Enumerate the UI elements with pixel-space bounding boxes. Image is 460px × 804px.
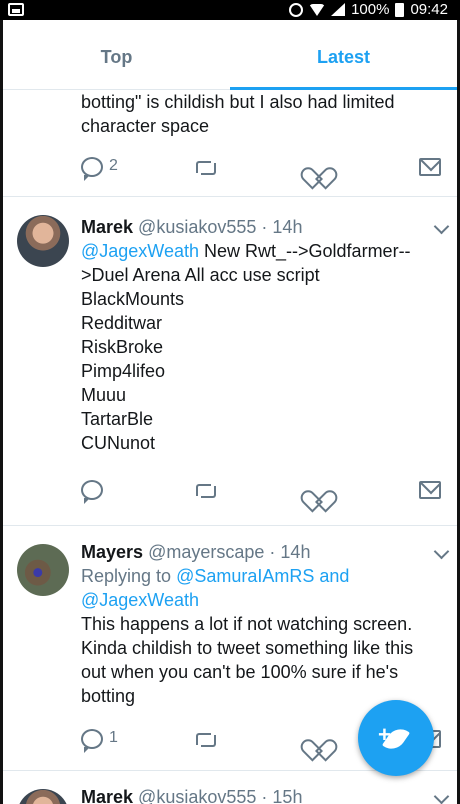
replying-to: Replying to @SamuraIAmRS and [81,566,350,586]
tweet-text-line: out when you can't be 100% sure if he's [81,662,399,682]
tweet-text-line: BlackMounts [81,289,185,309]
retweet-icon [194,159,218,175]
tweet-text-line: >Duel Arena All acc use script [81,265,320,285]
tweet-text-line: TartarBle [81,409,154,429]
chevron-down-icon[interactable] [433,218,450,235]
tweet[interactable]: Marek @kusiakov555 · 14h @JagexWeath New… [3,197,457,526]
tweet-header: Marek @kusiakov555 · 15h [81,785,450,804]
signal-icon [331,3,346,16]
author-name[interactable]: Mayers [81,542,143,562]
reply-icon [81,480,103,504]
tweet[interactable]: Marek @kusiakov555 · 15h [3,771,457,804]
tweet-text-line: Muuu [81,385,127,405]
tweet-actions [81,455,443,525]
like-icon [306,156,328,178]
reply-button[interactable] [81,478,105,504]
reply-icon [81,729,103,753]
message-icon [418,158,441,176]
tweet-actions: 2 [81,138,443,196]
message-button[interactable] [418,478,443,502]
timeline-tabs: Top Latest [3,20,457,90]
author-handle[interactable]: @kusiakov555 [138,787,256,804]
message-icon [418,481,441,499]
status-bar: 100% 09:42 [0,0,460,20]
reply-button[interactable]: 2 [81,155,118,181]
compose-tweet-button[interactable]: + [358,700,434,776]
alarm-icon [289,2,304,17]
tweet-time: 15h [272,787,303,804]
battery-icon [395,2,405,17]
mention-link[interactable]: @JagexWeath [81,241,199,261]
tab-latest[interactable]: Latest [230,20,457,90]
reply-count: 1 [109,729,118,746]
like-button[interactable] [306,155,330,179]
tweet-time: 14h [280,542,311,562]
message-button[interactable] [418,155,443,179]
tweet-text-line: Pimp4lifeo [81,361,166,381]
tweet-text-line: Kinda childish to tweet something like t… [81,638,414,658]
tweet-header: Mayers @mayerscape · 14h [81,540,450,564]
like-button[interactable] [306,727,330,751]
author-handle[interactable]: @kusiakov555 [138,217,256,237]
tweet-text-line: Redditwar [81,313,163,333]
reply-icon [81,157,103,181]
retweet-button[interactable] [194,155,218,179]
like-icon [306,479,328,501]
tweet-time: 14h [272,217,303,237]
reply-button[interactable]: 1 [81,727,118,753]
tweet-text-line: botting" is childish but I also had limi… [81,92,395,112]
like-icon [306,728,328,750]
tweet-text-line: CUNunot [81,433,156,453]
battery-percent: 100% [351,1,390,18]
avatar[interactable] [17,215,69,267]
mention-link[interactable]: @SamuraIAmRS [176,566,314,586]
author-name[interactable]: Marek [81,217,133,237]
tweet-text-line: This happens a lot if not watching scree… [81,614,413,634]
avatar[interactable] [17,789,69,804]
tweet-text-line: @JagexWeath New Rwt_-->Goldfarmer-- [81,241,411,261]
replying-to-line: @JagexWeath [81,588,439,612]
avatar[interactable] [17,544,69,596]
tweet-header: Marek @kusiakov555 · 14h [81,215,450,239]
tweet-text-line: character space [81,116,210,136]
author-handle[interactable]: @mayerscape [148,542,264,562]
separator-dot: · [261,217,268,237]
tab-top[interactable]: Top [3,20,230,89]
mention-link[interactable]: @JagexWeath [81,590,199,610]
author-name[interactable]: Marek [81,787,133,804]
like-button[interactable] [306,478,330,502]
gallery-notification-icon [8,3,24,16]
tweet-text-line: RiskBroke [81,337,164,357]
chevron-down-icon[interactable] [433,788,450,804]
reply-count: 2 [109,157,118,174]
separator-dot: · [269,542,276,562]
tweet-partial[interactable]: botting" is childish but I also had limi… [3,90,457,197]
wifi-icon [309,3,326,16]
clock: 09:42 [410,1,448,18]
retweet-button[interactable] [194,478,218,502]
chevron-down-icon[interactable] [433,543,450,560]
retweet-button[interactable] [194,727,218,751]
status-bar-right: 100% 09:42 [289,1,448,18]
tweet-feed: botting" is childish but I also had limi… [3,90,457,804]
retweet-icon [194,731,218,747]
separator-dot: · [261,787,268,804]
retweet-icon [194,482,218,498]
